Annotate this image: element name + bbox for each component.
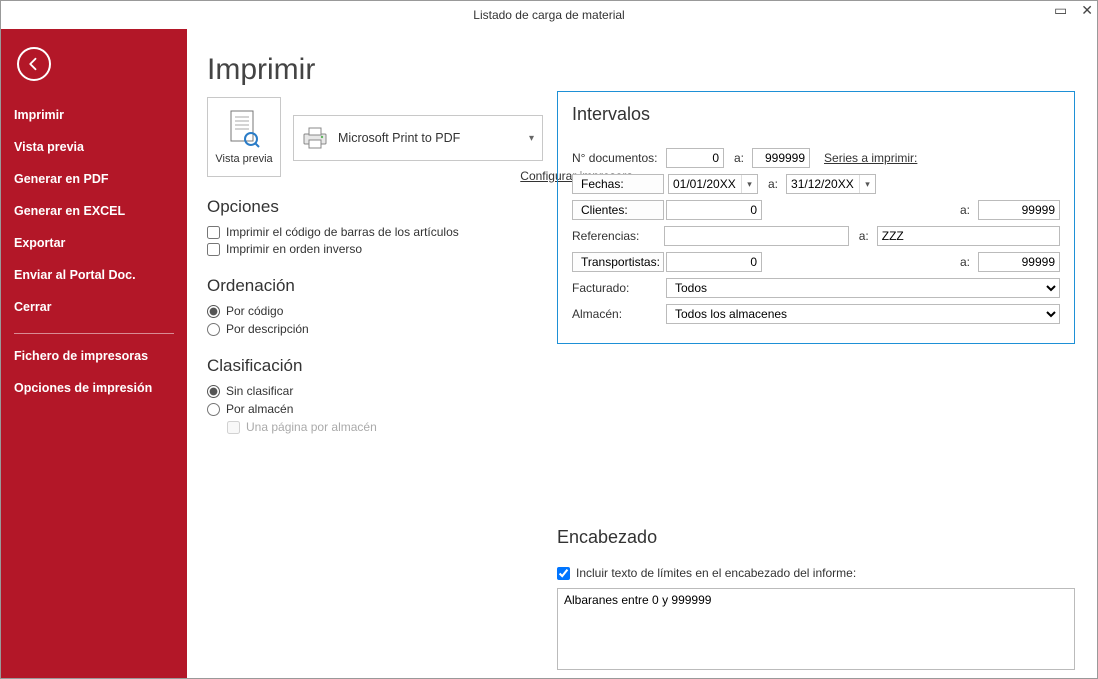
nav-opciones-impresion[interactable]: Opciones de impresión bbox=[1, 372, 187, 404]
rad-order-desc-label: Por descripción bbox=[226, 322, 309, 336]
left-options-column: Opciones Imprimir el código de barras de… bbox=[207, 197, 547, 434]
sidebar-separator bbox=[14, 333, 174, 334]
chk-barcode-label: Imprimir el código de barras de los artí… bbox=[226, 225, 459, 239]
chevron-down-icon[interactable]: ▾ bbox=[741, 175, 757, 193]
label-invoiced: Facturado: bbox=[572, 281, 666, 295]
chk-include-limits-label: Incluir texto de límites en el encabezad… bbox=[576, 566, 856, 580]
row-dates: Fechas: ▾ a: ▾ bbox=[572, 173, 1060, 195]
close-icon[interactable]: ✕ bbox=[1081, 3, 1093, 17]
titlebar: Listado de carga de material ▭ ✕ bbox=[1, 1, 1097, 29]
intervals-heading: Intervalos bbox=[572, 104, 1060, 125]
row-carriers: Transportistas: a: bbox=[572, 251, 1060, 273]
nav-enviar-portal[interactable]: Enviar al Portal Doc. bbox=[1, 259, 187, 291]
rad-order-code-label: Por código bbox=[226, 304, 283, 318]
chk-reverse[interactable]: Imprimir en orden inverso bbox=[207, 242, 547, 256]
app-window: Listado de carga de material ▭ ✕ Imprimi… bbox=[0, 0, 1098, 679]
nav-cerrar[interactable]: Cerrar bbox=[1, 291, 187, 323]
nav-imprimir[interactable]: Imprimir bbox=[1, 99, 187, 131]
input-carrier-from[interactable] bbox=[666, 252, 762, 272]
input-ref-from[interactable] bbox=[664, 226, 849, 246]
chk-page-per-store-label: Una página por almacén bbox=[246, 420, 377, 434]
nav-vista-previa[interactable]: Vista previa bbox=[1, 131, 187, 163]
chk-reverse-label: Imprimir en orden inverso bbox=[226, 242, 362, 256]
input-doc-to[interactable] bbox=[752, 148, 810, 168]
label-refs: Referencias: bbox=[572, 229, 664, 243]
label-docs: N° documentos: bbox=[572, 151, 666, 165]
row-clients: Clientes: a: bbox=[572, 199, 1060, 221]
chk-page-per-store: Una página por almacén bbox=[227, 420, 547, 434]
body: Imprimir Vista previa Generar en PDF Gen… bbox=[1, 29, 1097, 678]
row-invoiced: Facturado: Todos bbox=[572, 277, 1060, 299]
rad-order-code-input[interactable] bbox=[207, 305, 220, 318]
date-to-wrap[interactable]: ▾ bbox=[786, 174, 876, 194]
rad-order-desc-input[interactable] bbox=[207, 323, 220, 336]
input-ref-to[interactable] bbox=[877, 226, 1060, 246]
encabezado-panel: Encabezado Incluir texto de límites en e… bbox=[557, 527, 1075, 675]
date-from-wrap[interactable]: ▾ bbox=[668, 174, 758, 194]
label-a-3: a: bbox=[960, 203, 970, 217]
window-title: Listado de carga de material bbox=[473, 8, 624, 22]
label-warehouse: Almacén: bbox=[572, 307, 666, 321]
order-heading: Ordenación bbox=[207, 276, 547, 296]
chk-include-limits[interactable]: Incluir texto de límites en el encabezad… bbox=[557, 566, 1075, 580]
rad-class-none[interactable]: Sin clasificar bbox=[207, 384, 547, 398]
label-a-4: a: bbox=[859, 229, 869, 243]
window-controls: ▭ ✕ bbox=[1054, 3, 1093, 17]
maximize-icon[interactable]: ▭ bbox=[1054, 3, 1067, 17]
label-a-5: a: bbox=[960, 255, 970, 269]
label-a-2: a: bbox=[768, 177, 778, 191]
row-refs: Referencias: a: bbox=[572, 225, 1060, 247]
input-date-from[interactable] bbox=[669, 175, 741, 193]
rad-order-code[interactable]: Por código bbox=[207, 304, 547, 318]
preview-label: Vista previa bbox=[215, 153, 272, 165]
chk-barcode-input[interactable] bbox=[207, 226, 220, 239]
btn-dates[interactable]: Fechas: bbox=[572, 174, 664, 194]
rad-class-store-input[interactable] bbox=[207, 403, 220, 416]
page-title: Imprimir bbox=[207, 53, 1075, 87]
chevron-down-icon: ▾ bbox=[529, 133, 534, 144]
rad-class-none-label: Sin clasificar bbox=[226, 384, 293, 398]
back-button[interactable] bbox=[17, 47, 51, 81]
input-doc-from[interactable] bbox=[666, 148, 724, 168]
input-client-to[interactable] bbox=[978, 200, 1060, 220]
intervals-panel: Intervalos N° documentos: a: Series a im… bbox=[557, 91, 1075, 344]
chk-reverse-input[interactable] bbox=[207, 243, 220, 256]
printer-name: Microsoft Print to PDF bbox=[338, 131, 529, 145]
input-client-from[interactable] bbox=[666, 200, 762, 220]
select-warehouse[interactable]: Todos los almacenes bbox=[666, 304, 1060, 324]
nav-generar-excel[interactable]: Generar en EXCEL bbox=[1, 195, 187, 227]
chk-barcode[interactable]: Imprimir el código de barras de los artí… bbox=[207, 225, 547, 239]
encabezado-heading: Encabezado bbox=[557, 527, 1075, 548]
sidebar: Imprimir Vista previa Generar en PDF Gen… bbox=[1, 29, 187, 678]
label-a-1: a: bbox=[734, 151, 744, 165]
encabezado-text[interactable] bbox=[557, 588, 1075, 670]
nav-generar-pdf[interactable]: Generar en PDF bbox=[1, 163, 187, 195]
chk-page-per-store-input bbox=[227, 421, 240, 434]
preview-button[interactable]: Vista previa bbox=[207, 97, 281, 177]
arrow-left-icon bbox=[25, 55, 43, 73]
printer-icon bbox=[302, 126, 328, 150]
options-heading: Opciones bbox=[207, 197, 547, 217]
input-carrier-to[interactable] bbox=[978, 252, 1060, 272]
rad-class-store[interactable]: Por almacén bbox=[207, 402, 547, 416]
series-link[interactable]: Series a imprimir: bbox=[824, 151, 917, 165]
rad-class-store-label: Por almacén bbox=[226, 402, 293, 416]
btn-carriers[interactable]: Transportistas: bbox=[572, 252, 664, 272]
input-date-to[interactable] bbox=[787, 175, 859, 193]
printer-selector[interactable]: Microsoft Print to PDF ▾ bbox=[293, 115, 543, 161]
class-heading: Clasificación bbox=[207, 356, 547, 376]
nav-exportar[interactable]: Exportar bbox=[1, 227, 187, 259]
btn-clients[interactable]: Clientes: bbox=[572, 200, 664, 220]
chevron-down-icon[interactable]: ▾ bbox=[859, 175, 875, 193]
rad-class-none-input[interactable] bbox=[207, 385, 220, 398]
row-docs: N° documentos: a: Series a imprimir: bbox=[572, 147, 1060, 169]
select-invoiced[interactable]: Todos bbox=[666, 278, 1060, 298]
row-warehouse: Almacén: Todos los almacenes bbox=[572, 303, 1060, 325]
rad-order-desc[interactable]: Por descripción bbox=[207, 322, 547, 336]
nav-fichero-impresoras[interactable]: Fichero de impresoras bbox=[1, 340, 187, 372]
chk-include-limits-input[interactable] bbox=[557, 567, 570, 580]
main-panel: Imprimir Vista previa bbox=[187, 29, 1097, 678]
document-preview-icon bbox=[227, 109, 261, 149]
